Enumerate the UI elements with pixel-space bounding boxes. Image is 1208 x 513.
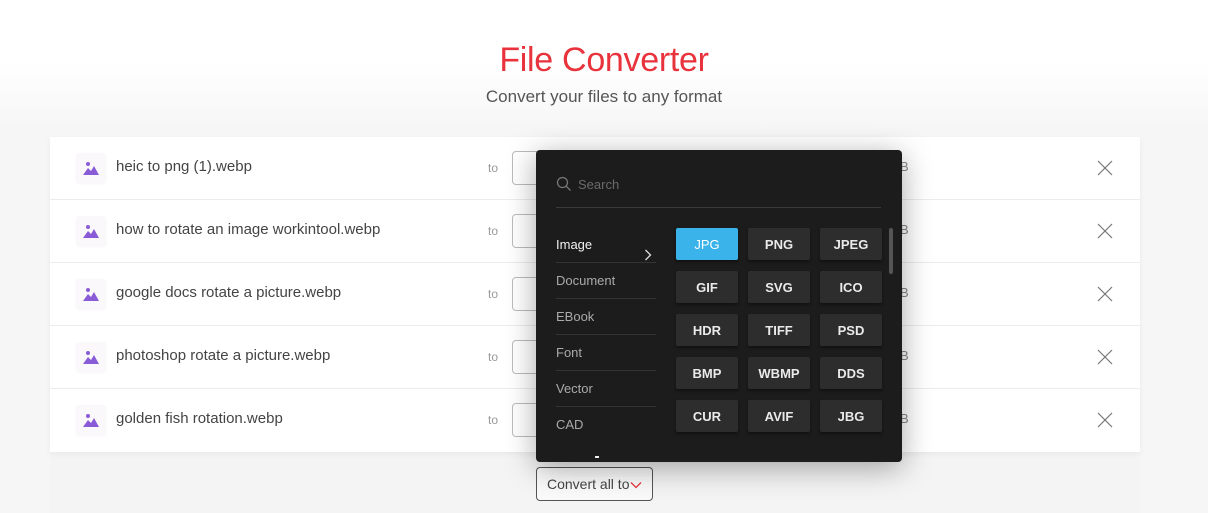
format-option-bmp[interactable]: BMP xyxy=(676,357,738,389)
file-name: heic to png (1).webp xyxy=(116,158,252,175)
image-icon xyxy=(76,342,106,372)
format-option-psd[interactable]: PSD xyxy=(820,314,882,346)
close-icon xyxy=(1097,349,1113,365)
format-option-jpg[interactable]: JPG xyxy=(676,228,738,260)
search-icon xyxy=(556,176,572,197)
category-image[interactable]: Image xyxy=(556,227,656,263)
page-title: File Converter xyxy=(499,41,709,79)
remove-file-button[interactable] xyxy=(1096,285,1114,303)
category-ebook[interactable]: EBook xyxy=(556,299,656,335)
format-option-jbg[interactable]: JBG xyxy=(820,400,882,432)
format-option-tiff[interactable]: TIFF xyxy=(748,314,810,346)
category-scroll-indicator xyxy=(595,456,599,458)
category-label: Font xyxy=(556,345,583,360)
image-icon xyxy=(76,216,106,246)
category-list: Image Document EBook Font Vector CAD xyxy=(556,227,656,443)
category-label: Vector xyxy=(556,381,593,396)
category-label: Document xyxy=(556,273,616,288)
format-grid: JPG PNG JPEG GIF SVG ICO HDR TIFF PSD BMP WBMP DDS C… xyxy=(676,228,882,432)
image-icon xyxy=(76,153,106,183)
category-cad[interactable]: CAD xyxy=(556,407,656,443)
category-vector[interactable]: Vector xyxy=(556,371,656,407)
format-dropdown: ImageDocumentEBookFontVectorCAD JPGPNGJP… xyxy=(536,150,902,462)
image-icon xyxy=(76,405,106,435)
format-option-dds[interactable]: DDS xyxy=(820,357,882,389)
to-label: to xyxy=(488,350,499,364)
to-label: to xyxy=(488,161,499,175)
chevron-down-icon xyxy=(630,478,642,494)
category-label: CAD xyxy=(556,417,584,432)
close-icon xyxy=(1097,223,1113,239)
format-search-input[interactable] xyxy=(578,174,868,194)
image-icon xyxy=(76,279,106,309)
format-option-cur[interactable]: CUR xyxy=(676,400,738,432)
close-icon xyxy=(1097,286,1113,302)
file-name: how to rotate an image workintool.webp xyxy=(116,221,381,238)
category-document[interactable]: Document xyxy=(556,263,656,299)
format-option-gif[interactable]: GIF xyxy=(676,271,738,303)
category-label: EBook xyxy=(556,309,595,324)
category-label: Image xyxy=(556,237,593,252)
convert-all-label: Convert all to xyxy=(547,476,630,492)
format-option-wbmp[interactable]: WBMP xyxy=(748,357,810,389)
format-option-ico[interactable]: ICO xyxy=(820,271,882,303)
close-icon xyxy=(1097,160,1113,176)
remove-file-button[interactable] xyxy=(1096,159,1114,177)
format-option-avif[interactable]: AVIF xyxy=(748,400,810,432)
remove-file-button[interactable] xyxy=(1096,348,1114,366)
format-option-hdr[interactable]: HDR xyxy=(676,314,738,346)
page-subtitle: Convert your files to any format xyxy=(485,87,723,106)
to-label: to xyxy=(488,287,499,301)
format-search xyxy=(556,174,881,208)
category-font[interactable]: Font xyxy=(556,335,656,371)
convert-all-button[interactable]: Convert all to xyxy=(536,467,653,501)
format-grid-scrollbar[interactable] xyxy=(889,228,893,274)
to-label: to xyxy=(488,413,499,427)
to-label: to xyxy=(488,224,499,238)
file-name: google docs rotate a picture.webp xyxy=(116,284,342,301)
page-header: File Converter Convert your files to any… xyxy=(0,38,1208,108)
file-name: golden fish rotation.webp xyxy=(116,410,283,427)
remove-file-button[interactable] xyxy=(1096,222,1114,240)
format-option-png[interactable]: PNG xyxy=(748,228,810,260)
format-option-svg[interactable]: SVG xyxy=(748,271,810,303)
close-icon xyxy=(1097,412,1113,428)
remove-file-button[interactable] xyxy=(1096,411,1114,429)
format-option-jpeg[interactable]: JPEG xyxy=(820,228,882,260)
file-name: photoshop rotate a picture.webp xyxy=(116,347,331,364)
